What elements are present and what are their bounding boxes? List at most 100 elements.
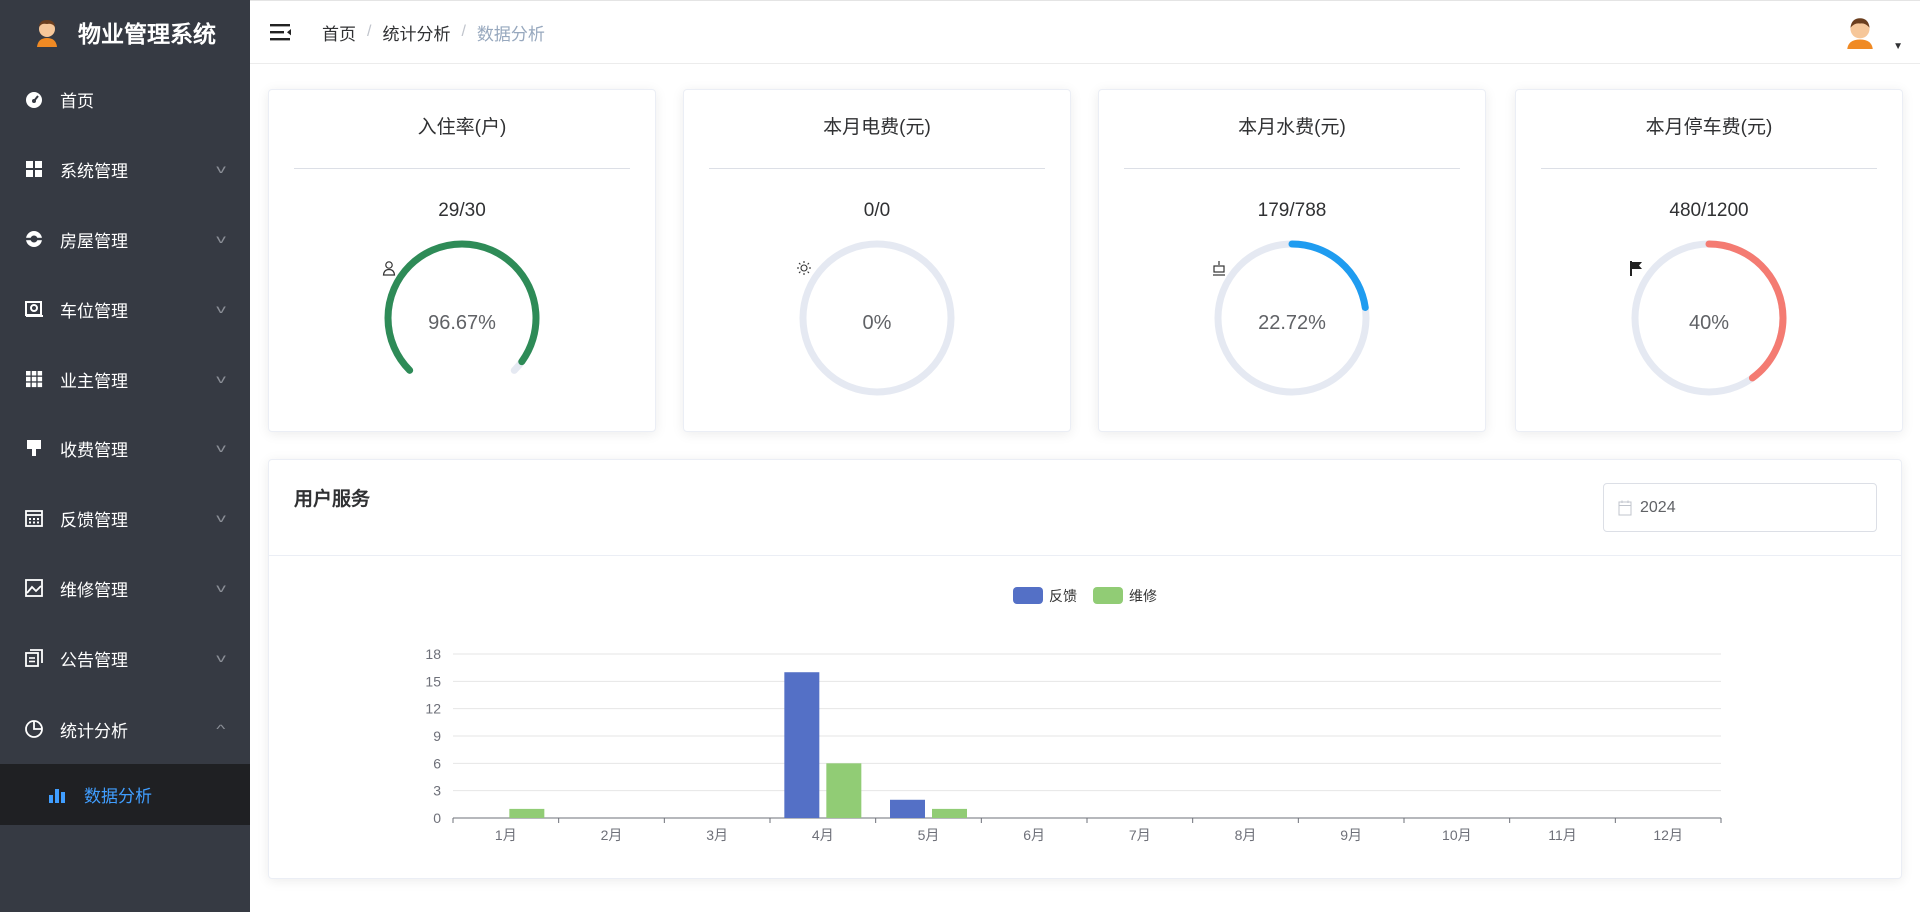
legend-swatch <box>1013 587 1043 604</box>
progress-percent: 96.67% <box>428 312 496 334</box>
sidebar-item-label: 业主管理 <box>60 371 128 391</box>
chevron-up-icon: ^ <box>216 722 226 736</box>
x-tick-label: 11月 <box>1548 827 1577 843</box>
sidebar-item-label: 车位管理 <box>60 301 128 321</box>
sidebar-item-4[interactable]: 业主管理 v <box>0 344 250 414</box>
grid-icon <box>24 159 44 179</box>
y-tick-label: 0 <box>433 810 441 826</box>
bar-chart: 0 3 6 9 12 15 18 1月 2月 3月 4月 5月 6月 7月 8月 9月 10月 11月 12月 反馈 维… <box>425 587 1722 843</box>
legend-label: 维修 <box>1129 588 1157 604</box>
y-tick-label: 18 <box>425 646 441 662</box>
x-tick-label: 12月 <box>1653 827 1683 843</box>
y-tick-label: 12 <box>425 701 441 717</box>
chevron-down-icon: v <box>216 511 226 525</box>
menu-fold-icon[interactable] <box>270 23 292 41</box>
chevron-down-icon: v <box>216 441 226 455</box>
picture-icon <box>24 578 44 598</box>
sidebar: 物业管理系统 首页 系统管理 v 房屋管理 v 车位管理 v 业主管理 v 收费管理 v 反馈管理 v 维… <box>0 0 250 912</box>
bar-repair <box>932 808 967 818</box>
card-value: 29/30 <box>438 200 486 221</box>
chevron-down-icon: v <box>216 372 226 386</box>
y-tick-label: 15 <box>425 673 441 689</box>
bar-feedback <box>890 799 925 818</box>
card-value: 179/788 <box>1257 200 1327 221</box>
calendar-icon <box>24 508 44 528</box>
x-tick-label: 7月 <box>1129 827 1151 843</box>
y-tick-label: 3 <box>433 783 441 799</box>
breadcrumb-separator: / <box>461 23 466 40</box>
card-title-text: 本月水费(元) <box>1238 117 1346 138</box>
sidebar-item-label: 统计分析 <box>60 721 128 741</box>
sidebar-item-0[interactable]: 首页 <box>0 64 250 134</box>
breadcrumb: 首页 / 统计分析 / 数据分析 <box>322 20 545 45</box>
user-avatar[interactable] <box>1844 15 1876 49</box>
chevron-down-icon: v <box>216 232 226 246</box>
breadcrumb-home[interactable]: 首页 <box>322 20 356 45</box>
document-icon <box>24 648 44 668</box>
card-title: 本月水费(元) <box>1099 112 1485 276</box>
card-value: 480/1200 <box>1669 200 1749 221</box>
sidebar-item-label: 收费管理 <box>60 440 128 460</box>
x-tick-label: 6月 <box>1023 827 1045 843</box>
breadcrumb-separator: / <box>367 23 372 40</box>
y-tick-label: 9 <box>433 728 441 744</box>
sidebar-item-7[interactable]: 维修管理 v <box>0 553 250 623</box>
caret-down-icon[interactable]: ▼ <box>1893 41 1903 52</box>
chevron-down-icon: v <box>216 581 226 595</box>
card-title: 本月电费(元) <box>684 112 1070 275</box>
app-title: 物业管理系统 <box>78 21 216 47</box>
progress-percent: 22.72% <box>1258 312 1326 334</box>
stat-card: 本月水费(元) 179/788 22.72% <box>1098 89 1486 432</box>
bar-chart-icon <box>49 788 65 803</box>
user-service-card: 用户服务 2024 0 3 6 9 12 15 18 1月 2月 3月 4月 5月 6月 7月 8月 9月 10… <box>268 459 1902 879</box>
sidebar-subitem-data-analysis[interactable]: 数据分析 <box>0 764 250 825</box>
sidebar-item-label: 公告管理 <box>60 650 128 670</box>
legend-label: 反馈 <box>1049 588 1077 604</box>
bar-repair <box>826 763 862 818</box>
sidebar-item-label: 反馈管理 <box>60 510 128 530</box>
sidebar-item-1[interactable]: 系统管理 v <box>0 134 250 204</box>
x-tick-label: 8月 <box>1235 827 1257 843</box>
bar-feedback <box>784 672 820 818</box>
x-tick-label: 10月 <box>1442 827 1472 843</box>
brush-icon <box>24 438 44 458</box>
pie-chart-icon <box>24 719 44 739</box>
lifebuoy-icon <box>24 229 44 249</box>
card-title: 入住率(户) <box>269 112 655 276</box>
x-tick-label: 4月 <box>812 827 834 843</box>
card-title-text: 本月电费(元) <box>823 117 931 138</box>
sidebar-item-5[interactable]: 收费管理 v <box>0 413 250 483</box>
x-tick-label: 3月 <box>706 827 728 843</box>
breadcrumb-statistics[interactable]: 统计分析 <box>382 20 450 45</box>
progress-percent: 0% <box>862 312 892 334</box>
chevron-down-icon: v <box>216 162 226 176</box>
divider <box>294 168 630 169</box>
apps-icon <box>24 369 44 389</box>
avatar-icon <box>37 20 57 47</box>
sidebar-item-2[interactable]: 房屋管理 v <box>0 204 250 274</box>
sidebar-item-3[interactable]: 车位管理 v <box>0 274 250 344</box>
card-title-text: 入住率(户) <box>417 117 507 138</box>
card-title: 本月停车费(元) <box>1516 112 1902 276</box>
sidebar-item-9[interactable]: 统计分析 ^ <box>0 694 250 764</box>
sidebar-item-label: 维修管理 <box>60 580 128 600</box>
x-tick-label: 2月 <box>601 827 623 843</box>
sidebar-item-6[interactable]: 反馈管理 v <box>0 483 250 553</box>
sidebar-item-label: 首页 <box>60 91 94 111</box>
progress-percent: 40% <box>1688 312 1730 334</box>
x-tick-label: 5月 <box>918 827 940 843</box>
sidebar-item-label: 系统管理 <box>60 161 128 181</box>
x-tick-label: 1月 <box>495 827 517 843</box>
stat-card: 入住率(户) 29/30 96.67% <box>268 89 656 432</box>
divider <box>709 168 1045 169</box>
top-header: 首页 / 统计分析 / 数据分析 ▼ <box>250 0 1920 64</box>
dashboard-icon <box>24 89 44 109</box>
parking-icon <box>24 299 44 319</box>
sidebar-item-label: 房屋管理 <box>60 231 128 251</box>
chevron-down-icon: v <box>216 302 226 316</box>
x-tick-label: 9月 <box>1340 827 1362 843</box>
sidebar-item-8[interactable]: 公告管理 v <box>0 623 250 693</box>
sidebar-subitem-label: 数据分析 <box>84 787 152 806</box>
bar-repair <box>509 808 545 818</box>
y-tick-label: 6 <box>433 755 441 771</box>
